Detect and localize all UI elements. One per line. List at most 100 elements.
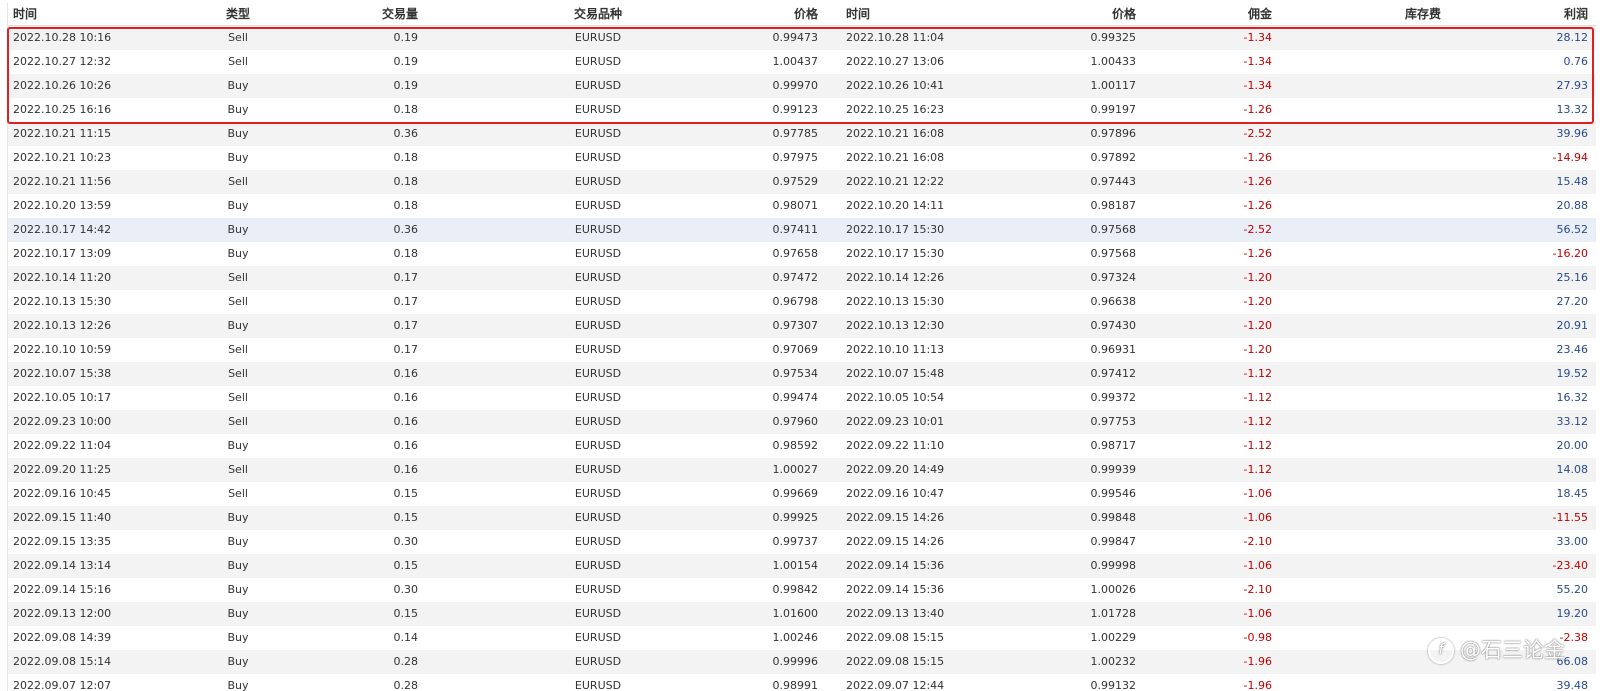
header-volume[interactable]: 交易量 xyxy=(338,3,418,25)
cell-volume: 0.18 xyxy=(393,175,419,188)
table-row[interactable]: 2022.09.15 11:40 Buy 0.15 EURUSD 0.99925 2022… xyxy=(8,506,1596,530)
cell-open-price: 0.97534 xyxy=(772,367,819,380)
cell-close-time: 2022.09.16 10:47 xyxy=(846,487,945,500)
cell-commission: -2.10 xyxy=(1243,535,1272,548)
header-type[interactable]: 类型 xyxy=(208,3,268,25)
cell-profit: 33.00 xyxy=(1556,535,1589,548)
table-row[interactable]: 2022.10.21 10:23 Buy 0.18 EURUSD 0.97975 2022… xyxy=(8,146,1596,170)
header-profit[interactable]: 利润 xyxy=(1488,3,1588,25)
header-swap[interactable]: 库存费 xyxy=(1378,3,1468,25)
cell-volume: 0.17 xyxy=(393,319,419,332)
watermark-logo-icon: f xyxy=(1428,638,1454,664)
table-row[interactable]: 2022.09.07 12:07 Buy 0.28 EURUSD 0.98991 2022… xyxy=(8,674,1596,691)
table-row[interactable]: 2022.09.22 11:04 Buy 0.16 EURUSD 0.98592 2022… xyxy=(8,434,1596,458)
table-row[interactable]: 2022.10.14 11:20 Sell 0.17 EURUSD 0.97472 202… xyxy=(8,266,1596,290)
cell-open-time: 2022.10.28 10:16 xyxy=(13,31,112,44)
cell-symbol: EURUSD xyxy=(574,559,622,572)
table-row[interactable]: 2022.09.16 10:45 Sell 0.15 EURUSD 0.99669 202… xyxy=(8,482,1596,506)
header-symbol[interactable]: 交易品种 xyxy=(548,3,648,25)
table-row[interactable]: 2022.10.25 16:16 Buy 0.18 EURUSD 0.99123 2022… xyxy=(8,98,1596,122)
table-row[interactable]: 2022.10.17 13:09 Buy 0.18 EURUSD 0.97658 2022… xyxy=(8,242,1596,266)
cell-swap xyxy=(1378,170,1468,194)
cell-close-price: 0.98187 xyxy=(1090,199,1137,212)
cell-open-time: 2022.09.23 10:00 xyxy=(13,415,112,428)
table-row[interactable]: 2022.10.05 10:17 Sell 0.16 EURUSD 0.99474 202… xyxy=(8,386,1596,410)
cell-commission: -1.20 xyxy=(1243,343,1272,356)
cell-symbol: EURUSD xyxy=(574,367,622,380)
table-row[interactable]: 2022.10.13 12:26 Buy 0.17 EURUSD 0.97307 2022… xyxy=(8,314,1596,338)
cell-close-time: 2022.10.10 11:13 xyxy=(846,343,945,356)
cell-close-time: 2022.10.20 14:11 xyxy=(846,199,945,212)
table-row[interactable]: 2022.09.08 15:14 Buy 0.28 EURUSD 0.99996 2022… xyxy=(8,650,1596,674)
table-row[interactable]: 2022.10.27 12:32 Sell 0.19 EURUSD 1.00437 202… xyxy=(8,50,1596,74)
cell-open-price: 0.99474 xyxy=(772,391,819,404)
cell-close-price: 1.00117 xyxy=(1090,79,1137,92)
table-row[interactable]: 2022.10.26 10:26 Buy 0.19 EURUSD 0.99970 2022… xyxy=(8,74,1596,98)
table-row[interactable]: 2022.10.20 13:59 Buy 0.18 EURUSD 0.98071 2022… xyxy=(8,194,1596,218)
cell-type: Buy xyxy=(227,535,249,548)
cell-open-time: 2022.09.16 10:45 xyxy=(13,487,112,500)
cell-profit: 56.52 xyxy=(1556,223,1589,236)
cell-volume: 0.18 xyxy=(393,247,419,260)
cell-close-price: 1.00232 xyxy=(1090,655,1137,668)
cell-commission: -1.34 xyxy=(1243,79,1272,92)
cell-type: Sell xyxy=(228,31,248,44)
table-row[interactable]: 2022.09.13 12:00 Buy 0.15 EURUSD 1.01600 2022… xyxy=(8,602,1596,626)
cell-type: Buy xyxy=(227,199,249,212)
table-row[interactable]: 2022.09.14 15:16 Buy 0.30 EURUSD 0.99842 2022… xyxy=(8,578,1596,602)
cell-profit: 18.45 xyxy=(1556,487,1589,500)
cell-swap xyxy=(1378,266,1468,290)
table-row[interactable]: 2022.10.13 15:30 Sell 0.17 EURUSD 0.96798 202… xyxy=(8,290,1596,314)
header-open-price[interactable]: 价格 xyxy=(728,3,818,25)
cell-open-price: 1.00027 xyxy=(772,463,819,476)
cell-open-price: 0.97658 xyxy=(772,247,819,260)
table-row[interactable]: 2022.10.21 11:56 Sell 0.18 EURUSD 0.97529 202… xyxy=(8,170,1596,194)
cell-profit: 19.20 xyxy=(1556,607,1589,620)
cell-close-time: 2022.09.08 15:15 xyxy=(846,631,945,644)
cell-profit: 20.91 xyxy=(1556,319,1589,332)
cell-volume: 0.30 xyxy=(393,535,419,548)
table-row[interactable]: 2022.10.21 11:15 Buy 0.36 EURUSD 0.97785 2022… xyxy=(8,122,1596,146)
header-open-time[interactable]: 时间 xyxy=(13,3,37,25)
cell-type: Buy xyxy=(227,439,249,452)
cell-open-time: 2022.10.27 12:32 xyxy=(13,55,112,68)
table-row[interactable]: 2022.10.07 15:38 Sell 0.16 EURUSD 0.97534 202… xyxy=(8,362,1596,386)
cell-commission: -1.26 xyxy=(1243,175,1272,188)
table-row[interactable]: 2022.09.15 13:35 Buy 0.30 EURUSD 0.99737 2022… xyxy=(8,530,1596,554)
cell-volume: 0.18 xyxy=(393,151,419,164)
cell-swap xyxy=(1378,554,1468,578)
cell-profit: 13.32 xyxy=(1556,103,1589,116)
table-row[interactable]: 2022.09.23 10:00 Sell 0.16 EURUSD 0.97960 202… xyxy=(8,410,1596,434)
cell-close-price: 0.97896 xyxy=(1090,127,1137,140)
table-row[interactable]: 2022.09.08 14:39 Buy 0.14 EURUSD 1.00246 2022… xyxy=(8,626,1596,650)
cell-close-time: 2022.09.20 14:49 xyxy=(846,463,945,476)
cell-open-time: 2022.09.07 12:07 xyxy=(13,679,112,691)
cell-close-price: 0.97892 xyxy=(1090,151,1137,164)
watermark: f @石三论金 xyxy=(1428,636,1565,664)
trade-history-table: 时间 类型 交易量 交易品种 价格 时间 价格 佣金 库存费 利润 2022.1… xyxy=(7,3,1596,691)
cell-open-price: 1.00154 xyxy=(772,559,819,572)
header-close-time[interactable]: 时间 xyxy=(846,3,870,25)
cell-commission: -1.06 xyxy=(1243,511,1272,524)
cell-close-price: 0.99939 xyxy=(1090,463,1137,476)
cell-close-price: 0.97412 xyxy=(1090,367,1137,380)
table-row[interactable]: 2022.09.14 13:14 Buy 0.15 EURUSD 1.00154 2022… xyxy=(8,554,1596,578)
cell-open-time: 2022.09.08 14:39 xyxy=(13,631,112,644)
cell-open-time: 2022.09.14 13:14 xyxy=(13,559,112,572)
header-close-price[interactable]: 价格 xyxy=(1038,3,1136,25)
table-row[interactable]: 2022.10.10 10:59 Sell 0.17 EURUSD 0.97069 202… xyxy=(8,338,1596,362)
table-row[interactable]: 2022.09.20 11:25 Sell 0.16 EURUSD 1.00027 202… xyxy=(8,458,1596,482)
table-row[interactable]: 2022.10.17 14:42 Buy 0.36 EURUSD 0.97411 2022… xyxy=(8,218,1596,242)
cell-type: Buy xyxy=(227,151,249,164)
cell-volume: 0.19 xyxy=(393,55,419,68)
cell-symbol: EURUSD xyxy=(574,487,622,500)
cell-profit: 15.48 xyxy=(1556,175,1589,188)
cell-close-time: 2022.09.15 14:26 xyxy=(846,535,945,548)
cell-swap xyxy=(1378,290,1468,314)
cell-open-price: 0.97785 xyxy=(772,127,819,140)
table-row[interactable]: 2022.10.28 10:16 Sell 0.19 EURUSD 0.99473 202… xyxy=(8,26,1596,50)
cell-open-time: 2022.09.20 11:25 xyxy=(13,463,112,476)
cell-profit: 39.48 xyxy=(1556,679,1589,691)
header-commission[interactable]: 佣金 xyxy=(1188,3,1272,25)
cell-close-price: 0.99372 xyxy=(1090,391,1137,404)
